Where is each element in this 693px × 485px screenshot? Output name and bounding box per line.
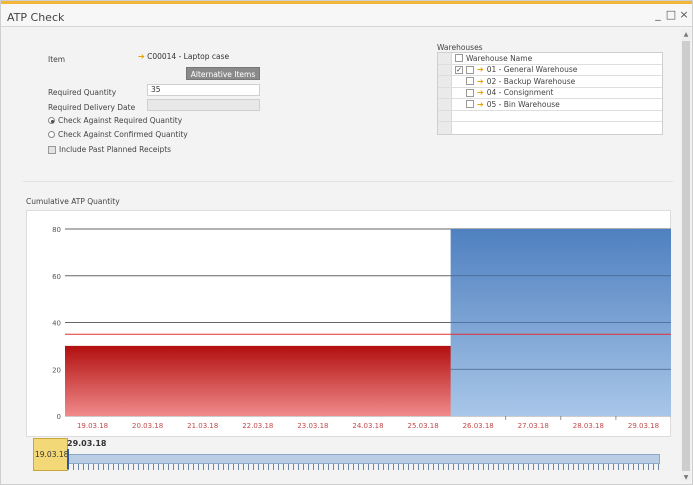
atp-bar	[120, 345, 176, 416]
select-all-checkbox[interactable]	[455, 54, 463, 63]
x-tick-label: 20.03.18	[132, 422, 163, 430]
check-required-label: Check Against Required Quantity	[58, 116, 183, 125]
warehouse-name-header: Warehouse Name	[466, 53, 533, 63]
warehouse-name: 05 - Bin Warehouse	[486, 99, 560, 109]
warehouse-checkbox-secondary[interactable]	[466, 65, 474, 74]
timeline-marker[interactable]	[67, 449, 69, 469]
timeline-track[interactable]	[68, 454, 660, 464]
scroll-down-icon[interactable]: ▼	[681, 473, 691, 483]
warehouse-checkbox[interactable]	[466, 88, 474, 97]
close-icon[interactable]: ×	[677, 8, 691, 22]
x-tick-label: 28.03.18	[573, 422, 604, 430]
alternative-items-button[interactable]: Alternative Items	[186, 67, 260, 80]
link-arrow-icon[interactable]: ➔	[477, 77, 484, 86]
title-bar: ATP Check _ □ ×	[1, 1, 692, 27]
warehouse-checkbox[interactable]: ✓	[455, 65, 463, 74]
include-past-label: Include Past Planned Receipts	[59, 145, 172, 154]
required-quantity-input[interactable]: 35	[147, 84, 260, 96]
atp-bar	[175, 345, 231, 416]
x-tick-label: 25.03.18	[408, 422, 439, 430]
warehouse-row[interactable]: ➔ 05 - Bin Warehouse	[438, 99, 662, 111]
minimize-icon[interactable]: _	[651, 8, 665, 22]
required-delivery-date-input[interactable]	[147, 99, 260, 111]
link-arrow-icon[interactable]: ➔	[477, 100, 484, 109]
warehouse-checkbox[interactable]	[466, 100, 474, 109]
check-confirmed-label: Check Against Confirmed Quantity	[58, 130, 188, 139]
link-arrow-icon[interactable]: ➔	[477, 88, 484, 97]
warehouses-header-row: Warehouse Name	[438, 53, 662, 65]
item-value: C00014 - Laptop case	[147, 52, 230, 61]
atp-bar	[395, 345, 452, 416]
y-tick-label: 80	[52, 226, 61, 234]
atp-chart: 0 20 40 60 80 19.03.18 20.03.18 21.03.18 22.03.1…	[52, 226, 671, 430]
check-confirmed-option[interactable]: Check Against Confirmed Quantity	[48, 130, 188, 139]
warehouse-empty-row[interactable]	[438, 110, 662, 122]
warehouse-row[interactable]: ➔ 04 - Consignment	[438, 87, 662, 99]
warehouse-row[interactable]: ✓ ➔ 01 - General Warehouse	[438, 64, 662, 76]
x-tick-label: 22.03.18	[242, 422, 273, 430]
required-quantity-label: Required Quantity	[48, 88, 117, 97]
x-tick-label: 29.03.18	[628, 422, 659, 430]
radio-selected[interactable]	[48, 117, 55, 124]
title-accent-strip	[1, 1, 692, 4]
y-tick-label: 40	[52, 320, 61, 328]
include-past-receipts-option[interactable]: Include Past Planned Receipts	[48, 145, 171, 154]
check-required-option[interactable]: Check Against Required Quantity	[48, 116, 182, 125]
warehouse-name: 01 - General Warehouse	[486, 65, 578, 75]
x-tick-label: 26.03.18	[463, 422, 494, 430]
atp-bar	[230, 345, 286, 416]
x-tick-label: 19.03.18	[77, 422, 108, 430]
warehouses-title: Warehouses	[437, 43, 483, 52]
warehouse-empty-row[interactable]	[438, 122, 662, 134]
radio-unselected[interactable]	[48, 131, 55, 138]
required-delivery-date-label: Required Delivery Date	[48, 103, 136, 112]
scroll-up-icon[interactable]: ▲	[681, 30, 691, 40]
window-title: ATP Check	[7, 11, 65, 24]
atp-bar	[340, 345, 397, 416]
link-arrow-icon[interactable]: ➔	[477, 65, 484, 74]
item-field[interactable]: ➔ C00014 - Laptop case	[134, 51, 260, 63]
maximize-icon[interactable]: □	[664, 8, 678, 22]
y-tick-label: 20	[52, 366, 61, 374]
warehouses-table: Warehouse Name ✓ ➔ 01 - General Warehous…	[437, 52, 663, 135]
scrollbar-thumb[interactable]	[682, 41, 690, 471]
timeline-ticks	[68, 464, 660, 470]
timeline-current-date: 29.03.18	[67, 439, 107, 448]
x-tick-label: 21.03.18	[187, 422, 218, 430]
warehouse-name: 02 - Backup Warehouse	[486, 76, 576, 86]
atp-check-window: ATP Check _ □ × Item ➔ C00014 - Laptop c…	[0, 0, 693, 485]
warehouse-name: 04 - Consignment	[486, 88, 554, 98]
include-past-checkbox[interactable]	[48, 145, 56, 154]
y-tick-label: 0	[57, 413, 61, 421]
item-label: Item	[48, 55, 66, 64]
warehouse-row[interactable]: ➔ 02 - Backup Warehouse	[438, 76, 662, 88]
section-divider	[23, 181, 673, 182]
timeline-start-date: 19.03.18	[35, 450, 69, 459]
warehouse-checkbox[interactable]	[466, 77, 474, 86]
x-tick-label: 23.03.18	[297, 422, 328, 430]
y-tick-label: 60	[52, 273, 61, 281]
link-arrow-icon[interactable]: ➔	[138, 52, 145, 61]
chart-title: Cumulative ATP Quantity	[26, 197, 120, 206]
atp-bar	[285, 345, 341, 416]
x-tick-label: 24.03.18	[352, 422, 383, 430]
x-tick-label: 27.03.18	[518, 422, 549, 430]
atp-bar	[65, 345, 121, 416]
